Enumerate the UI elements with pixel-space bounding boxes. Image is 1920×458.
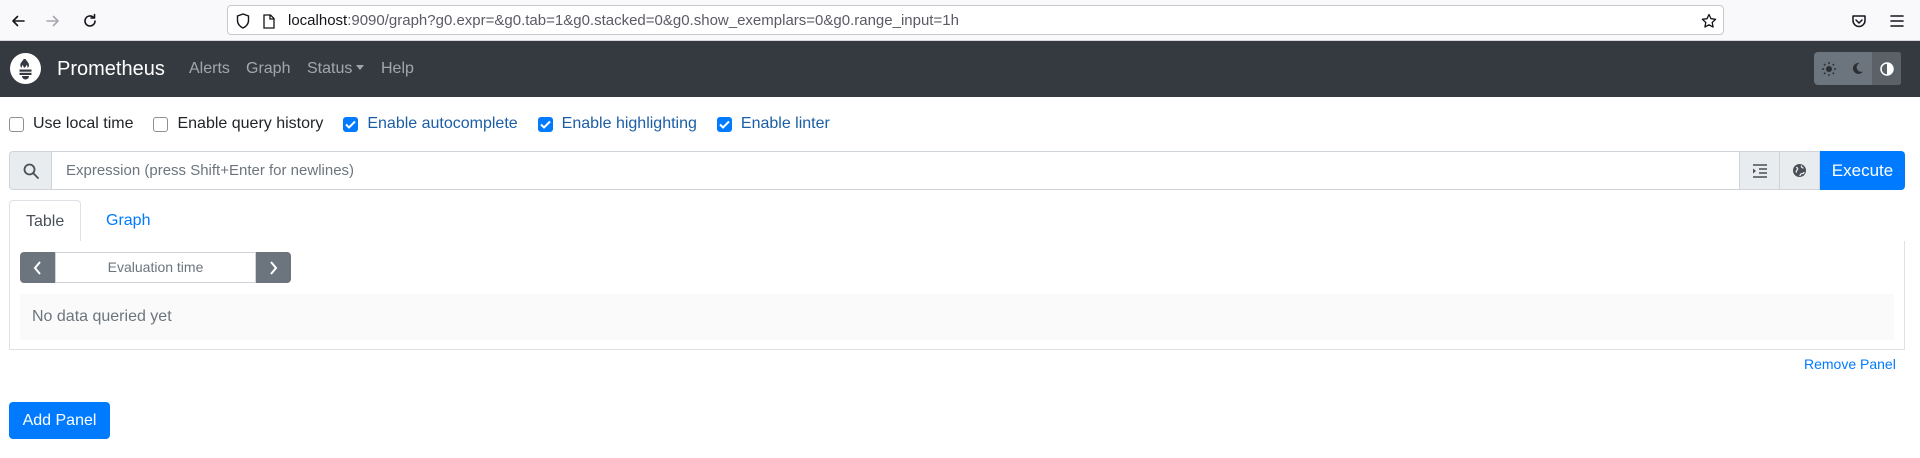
- moon-icon[interactable]: [1843, 52, 1872, 85]
- metrics-explorer-globe-icon[interactable]: [1780, 151, 1820, 190]
- expression-input[interactable]: [51, 151, 1740, 190]
- url-text: localhost:9090/graph?g0.expr=&g0.tab=1&g…: [288, 6, 959, 36]
- check-icon: [719, 120, 730, 129]
- prometheus-logo-icon[interactable]: [10, 53, 41, 84]
- enable-autocomplete-option[interactable]: Enable autocomplete: [343, 111, 518, 137]
- tab-table[interactable]: Table: [9, 200, 82, 242]
- chevron-right-icon[interactable]: [256, 252, 291, 283]
- theme-toggle-group: [1814, 52, 1902, 85]
- menu-icon[interactable]: [1882, 6, 1912, 36]
- table-panel: Evaluation time No data queried yet: [9, 241, 1905, 350]
- enable-linter-checkbox[interactable]: [716, 116, 732, 132]
- enable-highlighting-checkbox[interactable]: [537, 116, 553, 132]
- forward-icon[interactable]: [38, 6, 68, 36]
- search-icon: [9, 151, 51, 190]
- pocket-icon[interactable]: [1844, 6, 1874, 36]
- url-bar[interactable]: localhost:9090/graph?g0.expr=&g0.tab=1&g…: [227, 5, 1724, 35]
- shield-icon[interactable]: [234, 12, 252, 30]
- evaluation-time-input[interactable]: Evaluation time: [55, 252, 256, 283]
- chevron-left-icon[interactable]: [20, 252, 55, 283]
- app-navbar: Prometheus Alerts Graph Status Help: [0, 41, 1920, 97]
- check-icon: [345, 120, 357, 129]
- chevron-down-icon: [356, 65, 365, 70]
- back-icon[interactable]: [3, 6, 33, 36]
- url-path: :9090/graph?g0.expr=&g0.tab=1&g0.stacked…: [347, 12, 959, 29]
- page-icon[interactable]: [260, 12, 278, 30]
- nav-link-alerts[interactable]: Alerts: [189, 41, 230, 97]
- enable-query-history-label: Enable query history: [177, 115, 324, 132]
- expression-bar: Execute: [9, 151, 1905, 190]
- query-options: Use local time Enable query history Enab…: [9, 111, 850, 137]
- no-data-message: No data queried yet: [20, 294, 1894, 340]
- enable-linter-label: Enable linter: [740, 115, 830, 132]
- sun-icon[interactable]: [1814, 52, 1843, 85]
- evaluation-time-picker: Evaluation time: [20, 252, 291, 283]
- check-icon: [539, 120, 551, 129]
- enable-highlighting-label: Enable highlighting: [561, 115, 697, 132]
- format-expression-icon[interactable]: [1740, 151, 1780, 190]
- use-local-time-label: Use local time: [33, 115, 134, 132]
- nav-link-status[interactable]: Status: [307, 41, 365, 97]
- panel-tabs: Table Graph: [9, 200, 1905, 242]
- brand-name[interactable]: Prometheus: [57, 41, 165, 97]
- use-local-time-checkbox[interactable]: [9, 116, 24, 132]
- browser-toolbar: localhost:9090/graph?g0.expr=&g0.tab=1&g…: [0, 0, 1920, 41]
- remove-panel-link[interactable]: Remove Panel: [1804, 356, 1896, 372]
- contrast-icon[interactable]: [1872, 52, 1901, 85]
- tab-graph[interactable]: Graph: [90, 200, 166, 242]
- bookmark-star-icon[interactable]: [1700, 12, 1718, 30]
- execute-button[interactable]: Execute: [1820, 151, 1905, 190]
- nav-link-status-label: Status: [307, 60, 353, 77]
- enable-autocomplete-checkbox[interactable]: [343, 116, 359, 132]
- add-panel-button[interactable]: Add Panel: [9, 402, 110, 439]
- enable-highlighting-option[interactable]: Enable highlighting: [537, 111, 697, 137]
- enable-query-history-checkbox[interactable]: [153, 116, 169, 132]
- enable-query-history-option[interactable]: Enable query history: [153, 111, 323, 137]
- nav-link-graph[interactable]: Graph: [246, 41, 290, 97]
- enable-autocomplete-label: Enable autocomplete: [367, 115, 518, 132]
- enable-linter-option[interactable]: Enable linter: [716, 111, 830, 137]
- use-local-time-option[interactable]: Use local time: [9, 111, 133, 137]
- url-host: localhost: [288, 12, 348, 29]
- nav-link-help[interactable]: Help: [381, 41, 414, 97]
- reload-icon[interactable]: [75, 6, 105, 36]
